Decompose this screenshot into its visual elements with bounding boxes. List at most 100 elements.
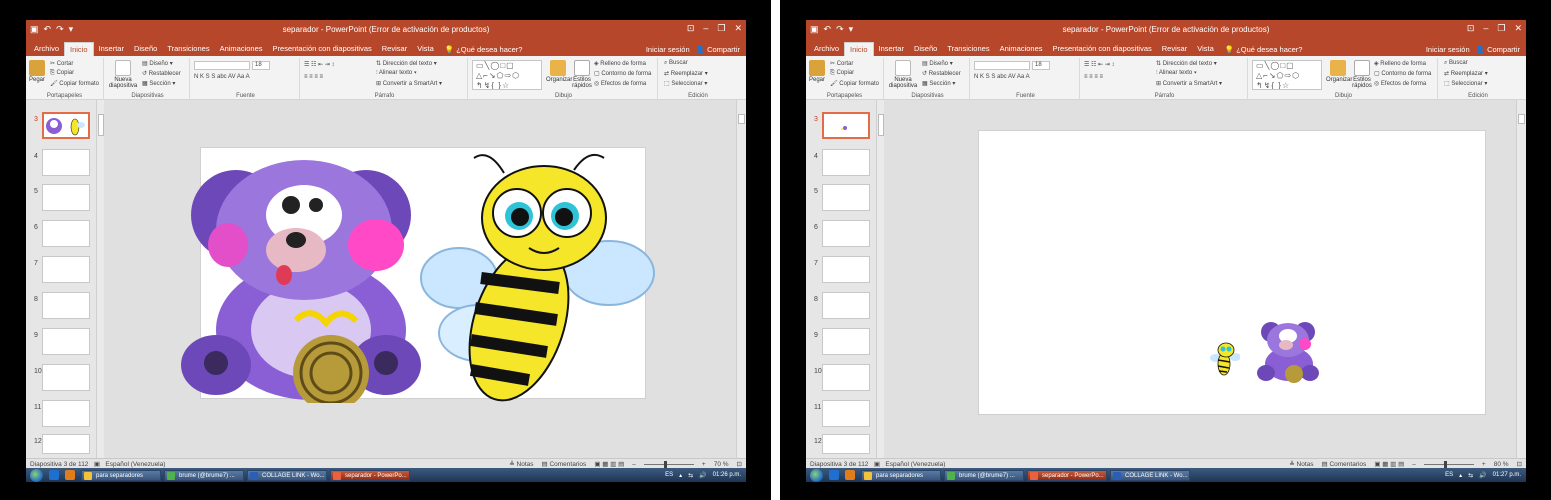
layout-button[interactable]: ▤ Diseño ▾ bbox=[922, 60, 953, 67]
restore-icon[interactable]: ❐ bbox=[717, 23, 725, 34]
tab-presentacion[interactable]: Presentación con diapositivas bbox=[268, 42, 377, 56]
slide-thumbnail[interactable] bbox=[822, 149, 870, 176]
notes-button[interactable]: ≜ Notas bbox=[509, 460, 533, 468]
clock[interactable]: 01:27 p.m. bbox=[1493, 472, 1521, 478]
zoom-slider[interactable] bbox=[643, 460, 694, 468]
align-buttons[interactable]: ≡ ≡ ≡ ≡ bbox=[304, 74, 323, 80]
quick-styles-button[interactable]: Estilos rápidos bbox=[572, 60, 592, 89]
zoom-level[interactable]: 80 % bbox=[1494, 461, 1509, 468]
start-button-icon[interactable] bbox=[810, 468, 823, 482]
sign-in-link[interactable]: Iniciar sesión bbox=[646, 45, 690, 54]
cut-button[interactable]: ✂ Cortar bbox=[50, 60, 73, 67]
zoom-slider[interactable] bbox=[1423, 460, 1474, 468]
ribbon-options-icon[interactable]: ⊡ bbox=[687, 23, 695, 34]
format-painter-button[interactable]: 🖌 Copiar formato bbox=[830, 80, 879, 87]
copy-button[interactable]: ⎘ Copiar bbox=[830, 70, 854, 77]
bee-image[interactable] bbox=[1210, 340, 1240, 378]
slide-thumbnail[interactable] bbox=[42, 184, 90, 211]
tray-up-icon[interactable]: ▴ bbox=[1459, 472, 1462, 479]
slide-thumbnail[interactable] bbox=[822, 400, 870, 427]
vlc-icon[interactable] bbox=[65, 470, 75, 480]
smartart-button[interactable]: ⊞ Convertir a SmartArt ▾ bbox=[376, 80, 442, 87]
tab-animaciones[interactable]: Animaciones bbox=[995, 42, 1048, 56]
align-buttons[interactable]: ≡ ≡ ≡ ≡ bbox=[1084, 74, 1103, 80]
taskbar-item[interactable]: brume (@brume7) ... bbox=[944, 469, 1024, 481]
shape-outline-button[interactable]: ▢ Contorno de forma bbox=[1374, 70, 1431, 77]
tab-inicio[interactable]: Inicio bbox=[64, 42, 94, 56]
slide-thumbnail[interactable] bbox=[822, 220, 870, 247]
find-button[interactable]: ⌕ Buscar bbox=[1444, 60, 1468, 67]
list-buttons[interactable]: ☰ ☷ ⇤ ⇥ ↕ bbox=[1084, 61, 1114, 68]
volume-icon[interactable]: 🔊 bbox=[699, 472, 706, 479]
replace-button[interactable]: ⇄ Reemplazar ▾ bbox=[1444, 70, 1488, 77]
slide-thumbnail[interactable] bbox=[822, 328, 870, 355]
slide-thumbnail[interactable] bbox=[42, 328, 90, 355]
slide-thumbnail-selected[interactable] bbox=[822, 112, 870, 139]
shape-outline-button[interactable]: ▢ Contorno de forma bbox=[594, 70, 651, 77]
font-style-buttons[interactable]: N K S S abc AV Aa A bbox=[974, 74, 1030, 80]
zoom-in-icon[interactable]: + bbox=[702, 461, 706, 468]
spell-icon[interactable]: ▣ bbox=[94, 461, 100, 468]
shape-fill-button[interactable]: ◈ Relleno de forma bbox=[594, 60, 646, 67]
shape-fill-button[interactable]: ◈ Relleno de forma bbox=[1374, 60, 1426, 67]
language-status[interactable]: Español (Venezuela) bbox=[105, 461, 165, 468]
shape-effects-button[interactable]: ◎ Efectos de forma bbox=[1374, 80, 1426, 87]
shapes-gallery[interactable]: ▭╲◯□▢ △⌐↘⬠⇨⬡ ↰↯{ }☆ bbox=[472, 60, 542, 90]
paste-button[interactable]: Pegar bbox=[28, 60, 46, 83]
comments-button[interactable]: ▤ Comentarios bbox=[1322, 460, 1367, 468]
minimize-icon[interactable]: – bbox=[703, 23, 708, 34]
layout-button[interactable]: ▤ Diseño ▾ bbox=[142, 60, 173, 67]
sign-in-link[interactable]: Iniciar sesión bbox=[1426, 45, 1470, 54]
arrange-button[interactable]: Organizar bbox=[546, 60, 572, 83]
vlc-icon[interactable] bbox=[845, 470, 855, 480]
share-button[interactable]: 👤 Compartir bbox=[696, 45, 740, 54]
thumbnails-scrollbar[interactable] bbox=[876, 100, 884, 458]
comments-button[interactable]: ▤ Comentarios bbox=[542, 460, 587, 468]
smartart-button[interactable]: ⊞ Convertir a SmartArt ▾ bbox=[1156, 80, 1222, 87]
slide-thumbnail[interactable] bbox=[42, 220, 90, 247]
network-icon[interactable]: ⇆ bbox=[688, 472, 693, 479]
taskbar-item[interactable]: para separadores bbox=[81, 469, 161, 481]
tab-diseno[interactable]: Diseño bbox=[909, 42, 942, 56]
shapes-gallery[interactable]: ▭╲◯□▢ △⌐↘⬠⇨⬡ ↰↯{ }☆ bbox=[1252, 60, 1322, 90]
zoom-level[interactable]: 70 % bbox=[714, 461, 729, 468]
view-buttons[interactable]: ▣ ▦ ▥ ▤ bbox=[594, 460, 624, 468]
list-buttons[interactable]: ☰ ☷ ⇤ ⇥ ↕ bbox=[304, 61, 334, 68]
align-text-button[interactable]: ⫶ Alinear texto ▾ bbox=[1156, 70, 1197, 77]
slide-thumbnail[interactable] bbox=[42, 400, 90, 427]
slide-thumbnail[interactable] bbox=[42, 364, 90, 391]
share-button[interactable]: 👤 Compartir bbox=[1476, 45, 1520, 54]
tab-archivo[interactable]: Archivo bbox=[809, 42, 844, 56]
tab-revisar[interactable]: Revisar bbox=[1157, 42, 1192, 56]
zoom-out-icon[interactable]: – bbox=[632, 461, 636, 468]
tab-presentacion[interactable]: Presentación con diapositivas bbox=[1048, 42, 1157, 56]
replace-button[interactable]: ⇄ Reemplazar ▾ bbox=[664, 70, 708, 77]
find-button[interactable]: ⌕ Buscar bbox=[664, 60, 688, 67]
zoom-in-icon[interactable]: + bbox=[1482, 461, 1486, 468]
notes-button[interactable]: ≜ Notas bbox=[1289, 460, 1313, 468]
arrange-button[interactable]: Organizar bbox=[1326, 60, 1352, 83]
slide-thumbnail[interactable] bbox=[42, 292, 90, 319]
tab-archivo[interactable]: Archivo bbox=[29, 42, 64, 56]
paste-button[interactable]: Pegar bbox=[808, 60, 826, 83]
ribbon-options-icon[interactable]: ⊡ bbox=[1467, 23, 1475, 34]
spell-icon[interactable]: ▣ bbox=[874, 461, 880, 468]
font-name-box[interactable] bbox=[974, 61, 1030, 70]
font-size-box[interactable]: 18 bbox=[252, 61, 270, 70]
taskbar-item-active[interactable]: separador - PowerPo... bbox=[1027, 469, 1107, 481]
copy-button[interactable]: ⎘ Copiar bbox=[50, 70, 74, 77]
language-status[interactable]: Español (Venezuela) bbox=[885, 461, 945, 468]
text-direction-button[interactable]: ⇅ Dirección del texto ▾ bbox=[1156, 60, 1217, 67]
new-slide-button[interactable]: Nueva diapositiva bbox=[888, 60, 918, 89]
thumbnails-scrollbar[interactable] bbox=[96, 100, 104, 458]
tab-animaciones[interactable]: Animaciones bbox=[215, 42, 268, 56]
scrollbar-thumb[interactable] bbox=[738, 114, 745, 124]
section-button[interactable]: ▦ Sección ▾ bbox=[142, 80, 175, 87]
font-size-box[interactable]: 18 bbox=[1032, 61, 1050, 70]
bee-image[interactable] bbox=[409, 148, 659, 410]
ie-icon[interactable] bbox=[829, 470, 839, 480]
teddy-bear-image[interactable] bbox=[176, 145, 446, 403]
slide-thumbnail[interactable] bbox=[822, 256, 870, 283]
start-button-icon[interactable] bbox=[30, 468, 43, 482]
select-button[interactable]: ⬚ Seleccionar ▾ bbox=[1444, 80, 1487, 87]
